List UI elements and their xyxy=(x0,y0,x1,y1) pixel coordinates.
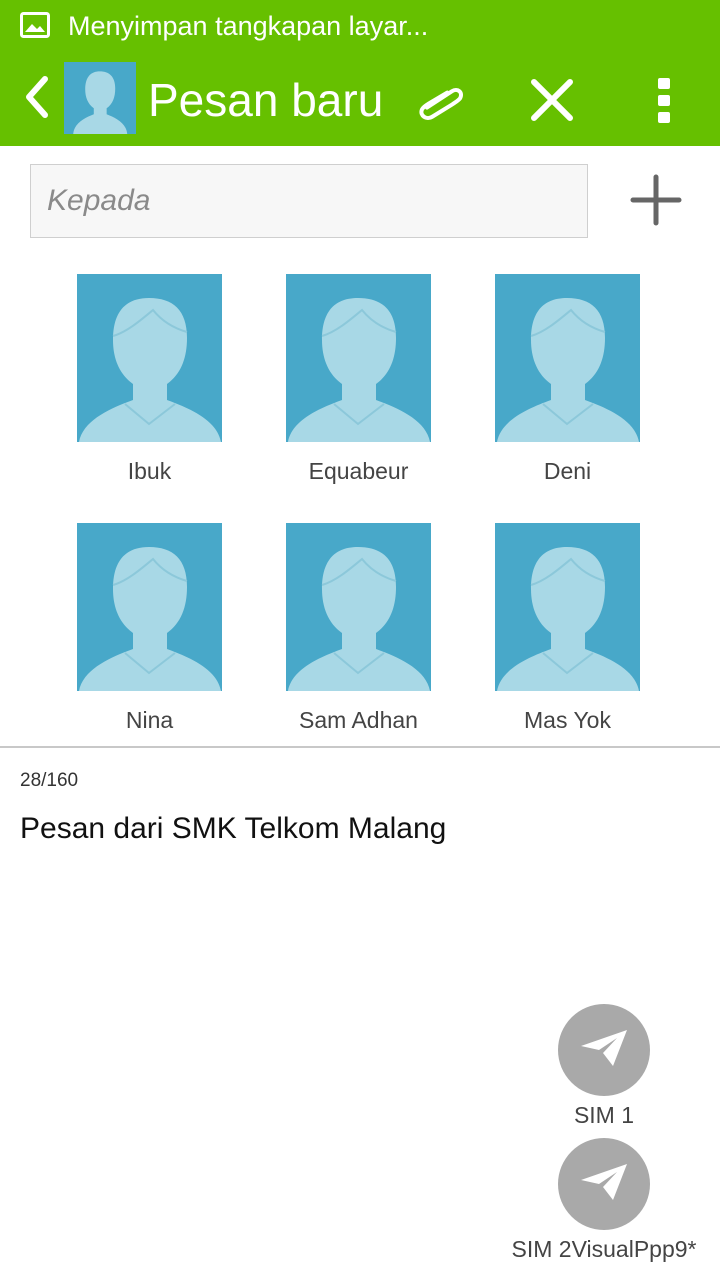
add-recipient-button[interactable] xyxy=(622,168,690,236)
more-vertical-icon xyxy=(656,76,672,129)
send-icon xyxy=(577,1160,631,1209)
divider xyxy=(0,746,720,748)
contact-item[interactable]: Mas Yok xyxy=(495,523,640,733)
status-notification-text: Menyimpan tangkapan layar... xyxy=(68,11,429,41)
character-counter: 28/160 xyxy=(20,770,79,791)
image-icon xyxy=(20,12,50,38)
contact-avatar xyxy=(495,523,640,691)
contact-name: Equabeur xyxy=(308,458,409,484)
contact-item[interactable]: Equabeur xyxy=(286,274,431,484)
sim1-label: SIM 1 xyxy=(573,1102,635,1128)
contact-item[interactable]: Nina xyxy=(77,523,222,733)
close-icon xyxy=(530,78,574,127)
page-title: Pesan baru xyxy=(148,74,384,126)
contact-avatar xyxy=(286,274,431,442)
plus-icon xyxy=(630,174,682,231)
contact-avatar xyxy=(286,523,431,691)
recipient-input[interactable] xyxy=(30,164,588,238)
back-button[interactable] xyxy=(14,72,58,126)
send-sim1-button[interactable] xyxy=(558,1004,650,1096)
contact-avatar xyxy=(77,274,222,442)
send-icon xyxy=(577,1026,631,1075)
contact-item[interactable]: Sam Adhan xyxy=(286,523,431,733)
contact-name: Nina xyxy=(125,707,174,733)
paperclip-icon xyxy=(416,76,466,131)
contact-avatar xyxy=(77,523,222,691)
contact-item[interactable]: Deni xyxy=(495,274,640,484)
contact-item[interactable]: Ibuk xyxy=(77,274,222,484)
attach-button[interactable] xyxy=(412,74,470,132)
back-chevron-icon xyxy=(21,75,51,124)
contact-name: Mas Yok xyxy=(524,707,611,733)
app-bar: Pesan baru xyxy=(0,52,720,146)
send-sim2-button[interactable] xyxy=(558,1138,650,1230)
sim2-label: SIM 2VisualPpp9* xyxy=(511,1236,697,1262)
contact-avatar xyxy=(495,274,640,442)
header-avatar[interactable] xyxy=(64,62,136,134)
more-options-button[interactable] xyxy=(640,70,688,134)
status-bar: Menyimpan tangkapan layar... xyxy=(0,0,720,52)
close-button[interactable] xyxy=(524,74,580,130)
contact-name: Ibuk xyxy=(127,458,172,484)
contact-name: Sam Adhan xyxy=(299,707,418,733)
contact-name: Deni xyxy=(543,458,592,484)
message-input[interactable]: Pesan dari SMK Telkom Malang xyxy=(20,812,446,846)
